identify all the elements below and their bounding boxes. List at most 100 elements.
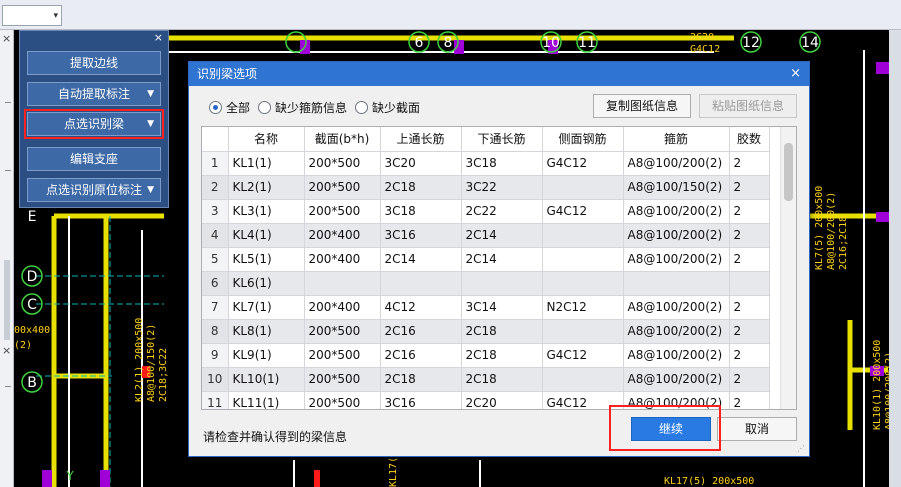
table-cell[interactable]: 3C18 — [461, 151, 543, 176]
close-icon[interactable]: × — [2, 344, 11, 357]
table-cell[interactable]: 2 — [729, 319, 770, 344]
auto-extract-label-button[interactable]: 自动提取标注 ▼ — [27, 82, 161, 106]
column-header[interactable]: 上通长筋 — [380, 127, 462, 152]
dropdown-arrow-icon[interactable]: ▼ — [147, 179, 154, 201]
table-cell[interactable]: 200*500 — [304, 343, 381, 368]
table-cell[interactable]: A8@100/200(2) — [623, 295, 730, 320]
row-number[interactable]: 11 — [202, 391, 229, 409]
table-cell[interactable]: G4C12 — [542, 151, 624, 176]
table-cell[interactable]: 2 — [729, 223, 770, 248]
table-cell[interactable]: 2C14 — [380, 247, 462, 272]
table-cell[interactable]: A8@100/200(2) — [623, 199, 730, 224]
table-cell[interactable]: 2C22 — [461, 199, 543, 224]
close-icon[interactable]: × — [2, 32, 11, 45]
table-cell[interactable]: 2 — [729, 295, 770, 320]
table-row[interactable]: 5 KL5(1) 200*400 2C14 2C14 A8@100/200(2) 2 — [202, 247, 770, 272]
radio-all[interactable]: 全部 — [209, 99, 250, 116]
radio-checked-icon[interactable] — [209, 100, 222, 114]
table-cell[interactable]: 2C14 — [461, 223, 543, 248]
extract-edge-button[interactable]: 提取边线 — [27, 51, 161, 75]
table-cell[interactable]: 2C16 — [380, 319, 462, 344]
column-header[interactable]: 胶数 — [729, 127, 770, 152]
table-cell[interactable]: KL1(1) — [228, 151, 305, 176]
table-cell[interactable]: 3C18 — [380, 199, 462, 224]
table-cell[interactable]: 2 — [729, 175, 770, 200]
table-cell[interactable]: 200*500 — [304, 391, 381, 409]
table-cell[interactable]: A8@100/200(2) — [623, 367, 730, 392]
table-cell[interactable]: KL5(1) — [228, 247, 305, 272]
table-cell[interactable]: 2C16 — [380, 343, 462, 368]
radio-unchecked-icon[interactable] — [355, 100, 369, 114]
table-cell[interactable]: KL7(1) — [228, 295, 305, 320]
radio-missing-section[interactable]: 缺少截面 — [355, 99, 420, 116]
table-row[interactable]: 4 KL4(1) 200*400 3C16 2C14 A8@100/200(2) 2 — [202, 223, 770, 248]
edit-support-button[interactable]: 编辑支座 — [27, 147, 161, 171]
row-number[interactable]: 2 — [202, 175, 229, 200]
table-cell[interactable]: 3C16 — [380, 391, 462, 409]
table-cell[interactable]: 2 — [729, 367, 770, 392]
table-cell[interactable] — [542, 319, 624, 344]
table-cell[interactable]: 200*500 — [304, 151, 381, 176]
table-cell[interactable]: 2C14 — [461, 247, 543, 272]
close-icon[interactable]: × — [790, 62, 801, 86]
cancel-button[interactable]: 取消 — [717, 417, 797, 441]
table-cell[interactable]: A8@100/200(2) — [623, 223, 730, 248]
table-cell[interactable]: 2 — [729, 151, 770, 176]
table-cell[interactable]: 3C20 — [380, 151, 462, 176]
column-header[interactable]: 名称 — [228, 127, 305, 152]
column-header[interactable]: 侧面钢筋 — [542, 127, 624, 152]
paste-drawing-info-button[interactable]: 粘贴图纸信息 — [699, 94, 797, 118]
table-cell[interactable]: 3C14 — [461, 295, 543, 320]
table-cell[interactable] — [461, 271, 543, 296]
pick-identify-beam-button[interactable]: 点选识别梁 ▼ — [24, 109, 164, 139]
table-cell[interactable]: A8@100/200(2) — [623, 319, 730, 344]
column-header[interactable]: 截面(b*h) — [304, 127, 381, 152]
table-cell[interactable]: KL8(1) — [228, 319, 305, 344]
dropdown-arrow-icon[interactable]: ▼ — [147, 113, 154, 135]
table-cell[interactable]: 3C22 — [461, 175, 543, 200]
table-row[interactable]: 1 KL1(1) 200*500 3C20 3C18 G4C12 A8@100/200(2)… — [202, 151, 770, 176]
table-cell[interactable]: 2C18 — [380, 367, 462, 392]
row-number[interactable]: 9 — [202, 343, 229, 368]
table-cell[interactable] — [304, 271, 381, 296]
scrollbar-thumb[interactable] — [4, 260, 10, 340]
table-cell[interactable]: 200*400 — [304, 295, 381, 320]
row-number[interactable]: 3 — [202, 199, 229, 224]
table-cell[interactable] — [542, 271, 624, 296]
table-cell[interactable]: KL9(1) — [228, 343, 305, 368]
resize-grip-icon[interactable]: ⋰ — [797, 444, 807, 454]
table-scrollbar[interactable] — [780, 127, 796, 409]
copy-drawing-info-button[interactable]: 复制图纸信息 — [593, 94, 691, 118]
table-cell[interactable]: 200*400 — [304, 247, 381, 272]
table-cell[interactable]: A8@100/200(2) — [623, 247, 730, 272]
table-cell[interactable] — [542, 247, 624, 272]
column-header[interactable] — [202, 127, 229, 152]
table-cell[interactable]: 200*500 — [304, 367, 381, 392]
dropdown-arrow-icon[interactable]: ▼ — [147, 83, 154, 105]
table-cell[interactable]: KL11(1) — [228, 391, 305, 409]
table-cell[interactable]: 2C18 — [380, 175, 462, 200]
table-cell[interactable]: A8@100/200(2) — [623, 151, 730, 176]
table-cell[interactable]: KL2(1) — [228, 175, 305, 200]
table-row[interactable]: 3 KL3(1) 200*500 3C18 2C22 G4C12 A8@100/200(2)… — [202, 199, 770, 224]
table-cell[interactable]: 200*400 — [304, 223, 381, 248]
table-cell[interactable] — [729, 271, 770, 296]
radio-missing-stirrup[interactable]: 缺少箍筋信息 — [258, 99, 347, 116]
table-cell[interactable]: KL3(1) — [228, 199, 305, 224]
column-header[interactable]: 下通长筋 — [461, 127, 543, 152]
table-cell[interactable]: KL6(1) — [228, 271, 305, 296]
row-number[interactable]: 7 — [202, 295, 229, 320]
table-cell[interactable]: 4C12 — [380, 295, 462, 320]
table-cell[interactable]: 2C18 — [461, 367, 543, 392]
table-cell[interactable]: KL10(1) — [228, 367, 305, 392]
table-cell[interactable]: A8@100/200(2) — [623, 343, 730, 368]
table-cell[interactable] — [623, 271, 730, 296]
row-number[interactable]: 8 — [202, 319, 229, 344]
table-row[interactable]: 7 KL7(1) 200*400 4C12 3C14 N2C12 A8@100/200(2)… — [202, 295, 770, 320]
row-number[interactable]: 5 — [202, 247, 229, 272]
table-cell[interactable]: 2 — [729, 247, 770, 272]
table-cell[interactable]: 2C20 — [461, 391, 543, 409]
table-cell[interactable] — [380, 271, 462, 296]
table-row[interactable]: 9 KL9(1) 200*500 2C16 2C18 G4C12 A8@100/200(2)… — [202, 343, 770, 368]
pick-identify-in-situ-label-button[interactable]: 点选识别原位标注 ▼ — [27, 178, 161, 202]
